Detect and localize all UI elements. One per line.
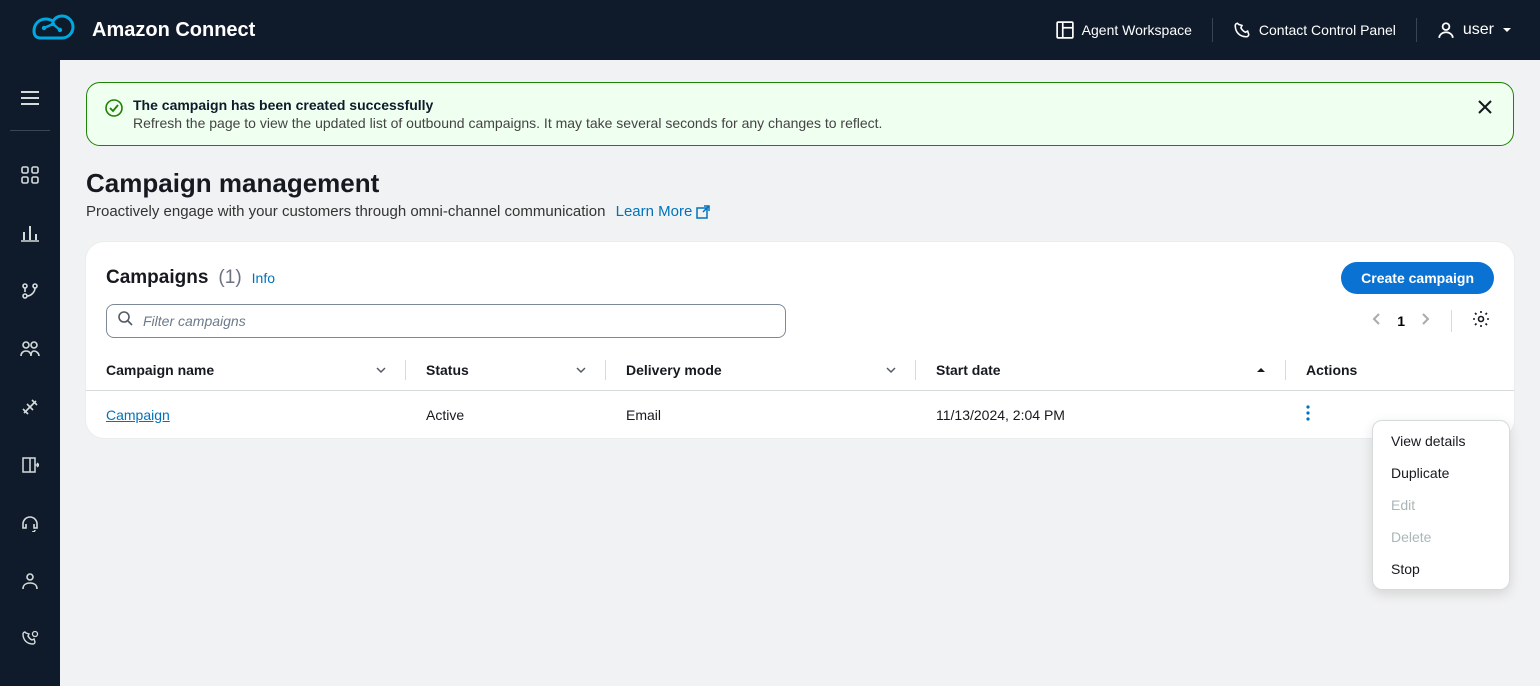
- branch-icon: [21, 282, 39, 300]
- alert-close-button[interactable]: [1475, 97, 1495, 122]
- campaign-name-link[interactable]: Campaign: [106, 407, 170, 423]
- sidebar-item-routing[interactable]: [10, 271, 50, 311]
- row-actions-menu-trigger[interactable]: [1306, 405, 1310, 421]
- page-subtitle: Proactively engage with your customers t…: [86, 203, 1514, 220]
- chevron-right-icon: [1421, 312, 1431, 326]
- person-icon: [21, 572, 39, 590]
- workspace-icon: [1056, 21, 1074, 39]
- pager: 1: [1367, 306, 1494, 337]
- plug-icon: [21, 398, 39, 416]
- chevron-left-icon: [1371, 312, 1381, 326]
- agent-workspace-link[interactable]: Agent Workspace: [1036, 21, 1212, 39]
- user-label: user: [1463, 21, 1494, 39]
- contact-control-panel-link[interactable]: Contact Control Panel: [1213, 21, 1416, 39]
- sort-icon: [376, 362, 386, 378]
- sidebar-item-analytics[interactable]: [10, 213, 50, 253]
- header-left: Amazon Connect: [28, 13, 255, 48]
- sidebar-item-dashboard[interactable]: [10, 155, 50, 195]
- create-campaign-button[interactable]: Create campaign: [1341, 262, 1494, 294]
- card-title: Campaigns: [106, 267, 208, 289]
- pager-separator: [1451, 310, 1452, 332]
- learn-more-link[interactable]: Learn More: [616, 203, 711, 220]
- alert-text: Refresh the page to view the updated lis…: [133, 115, 1465, 131]
- headset-icon: [21, 514, 39, 532]
- col-campaign-name[interactable]: Campaign name: [86, 350, 406, 391]
- search-icon: [118, 311, 133, 331]
- table-settings-button[interactable]: [1468, 306, 1494, 337]
- pager-number: 1: [1397, 313, 1405, 329]
- phone-icon: [1233, 21, 1251, 39]
- sidebar-item-user[interactable]: [10, 561, 50, 601]
- cell-status: Active: [406, 391, 606, 439]
- sidebar-item-export[interactable]: [10, 445, 50, 485]
- table-row: Campaign Active Email 11/13/2024, 2:04 P…: [86, 391, 1514, 439]
- user-icon: [1437, 21, 1455, 39]
- sort-icon: [886, 362, 896, 378]
- close-icon: [1477, 99, 1493, 115]
- menu-duplicate[interactable]: Duplicate: [1373, 457, 1509, 489]
- col-actions: Actions: [1286, 350, 1514, 391]
- phone-settings-icon: [21, 630, 39, 648]
- col-delivery-mode[interactable]: Delivery mode: [606, 350, 916, 391]
- contact-control-panel-label: Contact Control Panel: [1259, 22, 1396, 38]
- info-link[interactable]: Info: [252, 270, 275, 286]
- external-link-icon: [696, 205, 710, 219]
- page-title: Campaign management: [86, 168, 1514, 199]
- success-check-icon: [105, 99, 123, 122]
- filter-wrapper: [106, 304, 786, 338]
- amazon-connect-logo-icon: [28, 13, 76, 48]
- cell-delivery: Email: [606, 391, 916, 439]
- global-header: Amazon Connect Agent Workspace Contact C…: [0, 0, 1540, 60]
- sidebar-item-integrations[interactable]: [10, 387, 50, 427]
- agent-workspace-label: Agent Workspace: [1082, 22, 1192, 38]
- sidebar-item-phone[interactable]: [10, 619, 50, 659]
- menu-edit: Edit: [1373, 489, 1509, 521]
- menu-view-details[interactable]: View details: [1373, 425, 1509, 457]
- sidebar-hamburger[interactable]: [10, 78, 50, 118]
- sidebar-separator: [10, 130, 50, 131]
- subtitle-text: Proactively engage with your customers t…: [86, 203, 605, 220]
- success-alert: The campaign has been created successful…: [86, 82, 1514, 146]
- sort-asc-icon: [1256, 362, 1266, 378]
- campaigns-card: Campaigns (1) Info Create campaign 1: [86, 242, 1514, 438]
- main-content: The campaign has been created successful…: [60, 60, 1540, 686]
- filter-campaigns-input[interactable]: [106, 304, 786, 338]
- col-start-date[interactable]: Start date: [916, 350, 1286, 391]
- menu-delete: Delete: [1373, 521, 1509, 553]
- bar-chart-icon: [21, 224, 39, 242]
- alert-title: The campaign has been created successful…: [133, 97, 1465, 113]
- product-name: Amazon Connect: [92, 19, 255, 42]
- sort-icon: [576, 362, 586, 378]
- campaigns-table: Campaign name Status Delivery mode Start…: [86, 350, 1514, 438]
- gear-icon: [1472, 310, 1490, 328]
- vertical-dots-icon: [1306, 405, 1310, 421]
- learn-more-label: Learn More: [616, 203, 693, 220]
- hamburger-icon: [21, 91, 39, 105]
- row-actions-dropdown: View details Duplicate Edit Delete Stop: [1372, 420, 1510, 590]
- menu-stop[interactable]: Stop: [1373, 553, 1509, 585]
- sidebar-item-headset[interactable]: [10, 503, 50, 543]
- pager-next[interactable]: [1417, 308, 1435, 335]
- left-sidebar: [0, 60, 60, 686]
- pager-prev[interactable]: [1367, 308, 1385, 335]
- book-arrow-icon: [21, 456, 39, 474]
- user-menu[interactable]: user: [1417, 21, 1512, 39]
- cell-start: 11/13/2024, 2:04 PM: [916, 391, 1286, 439]
- header-right: Agent Workspace Contact Control Panel us…: [1036, 18, 1512, 42]
- col-status[interactable]: Status: [406, 350, 606, 391]
- grid-icon: [21, 166, 39, 184]
- users-icon: [20, 340, 40, 358]
- card-count: (1): [218, 267, 241, 289]
- sidebar-item-users[interactable]: [10, 329, 50, 369]
- caret-down-icon: [1502, 25, 1512, 35]
